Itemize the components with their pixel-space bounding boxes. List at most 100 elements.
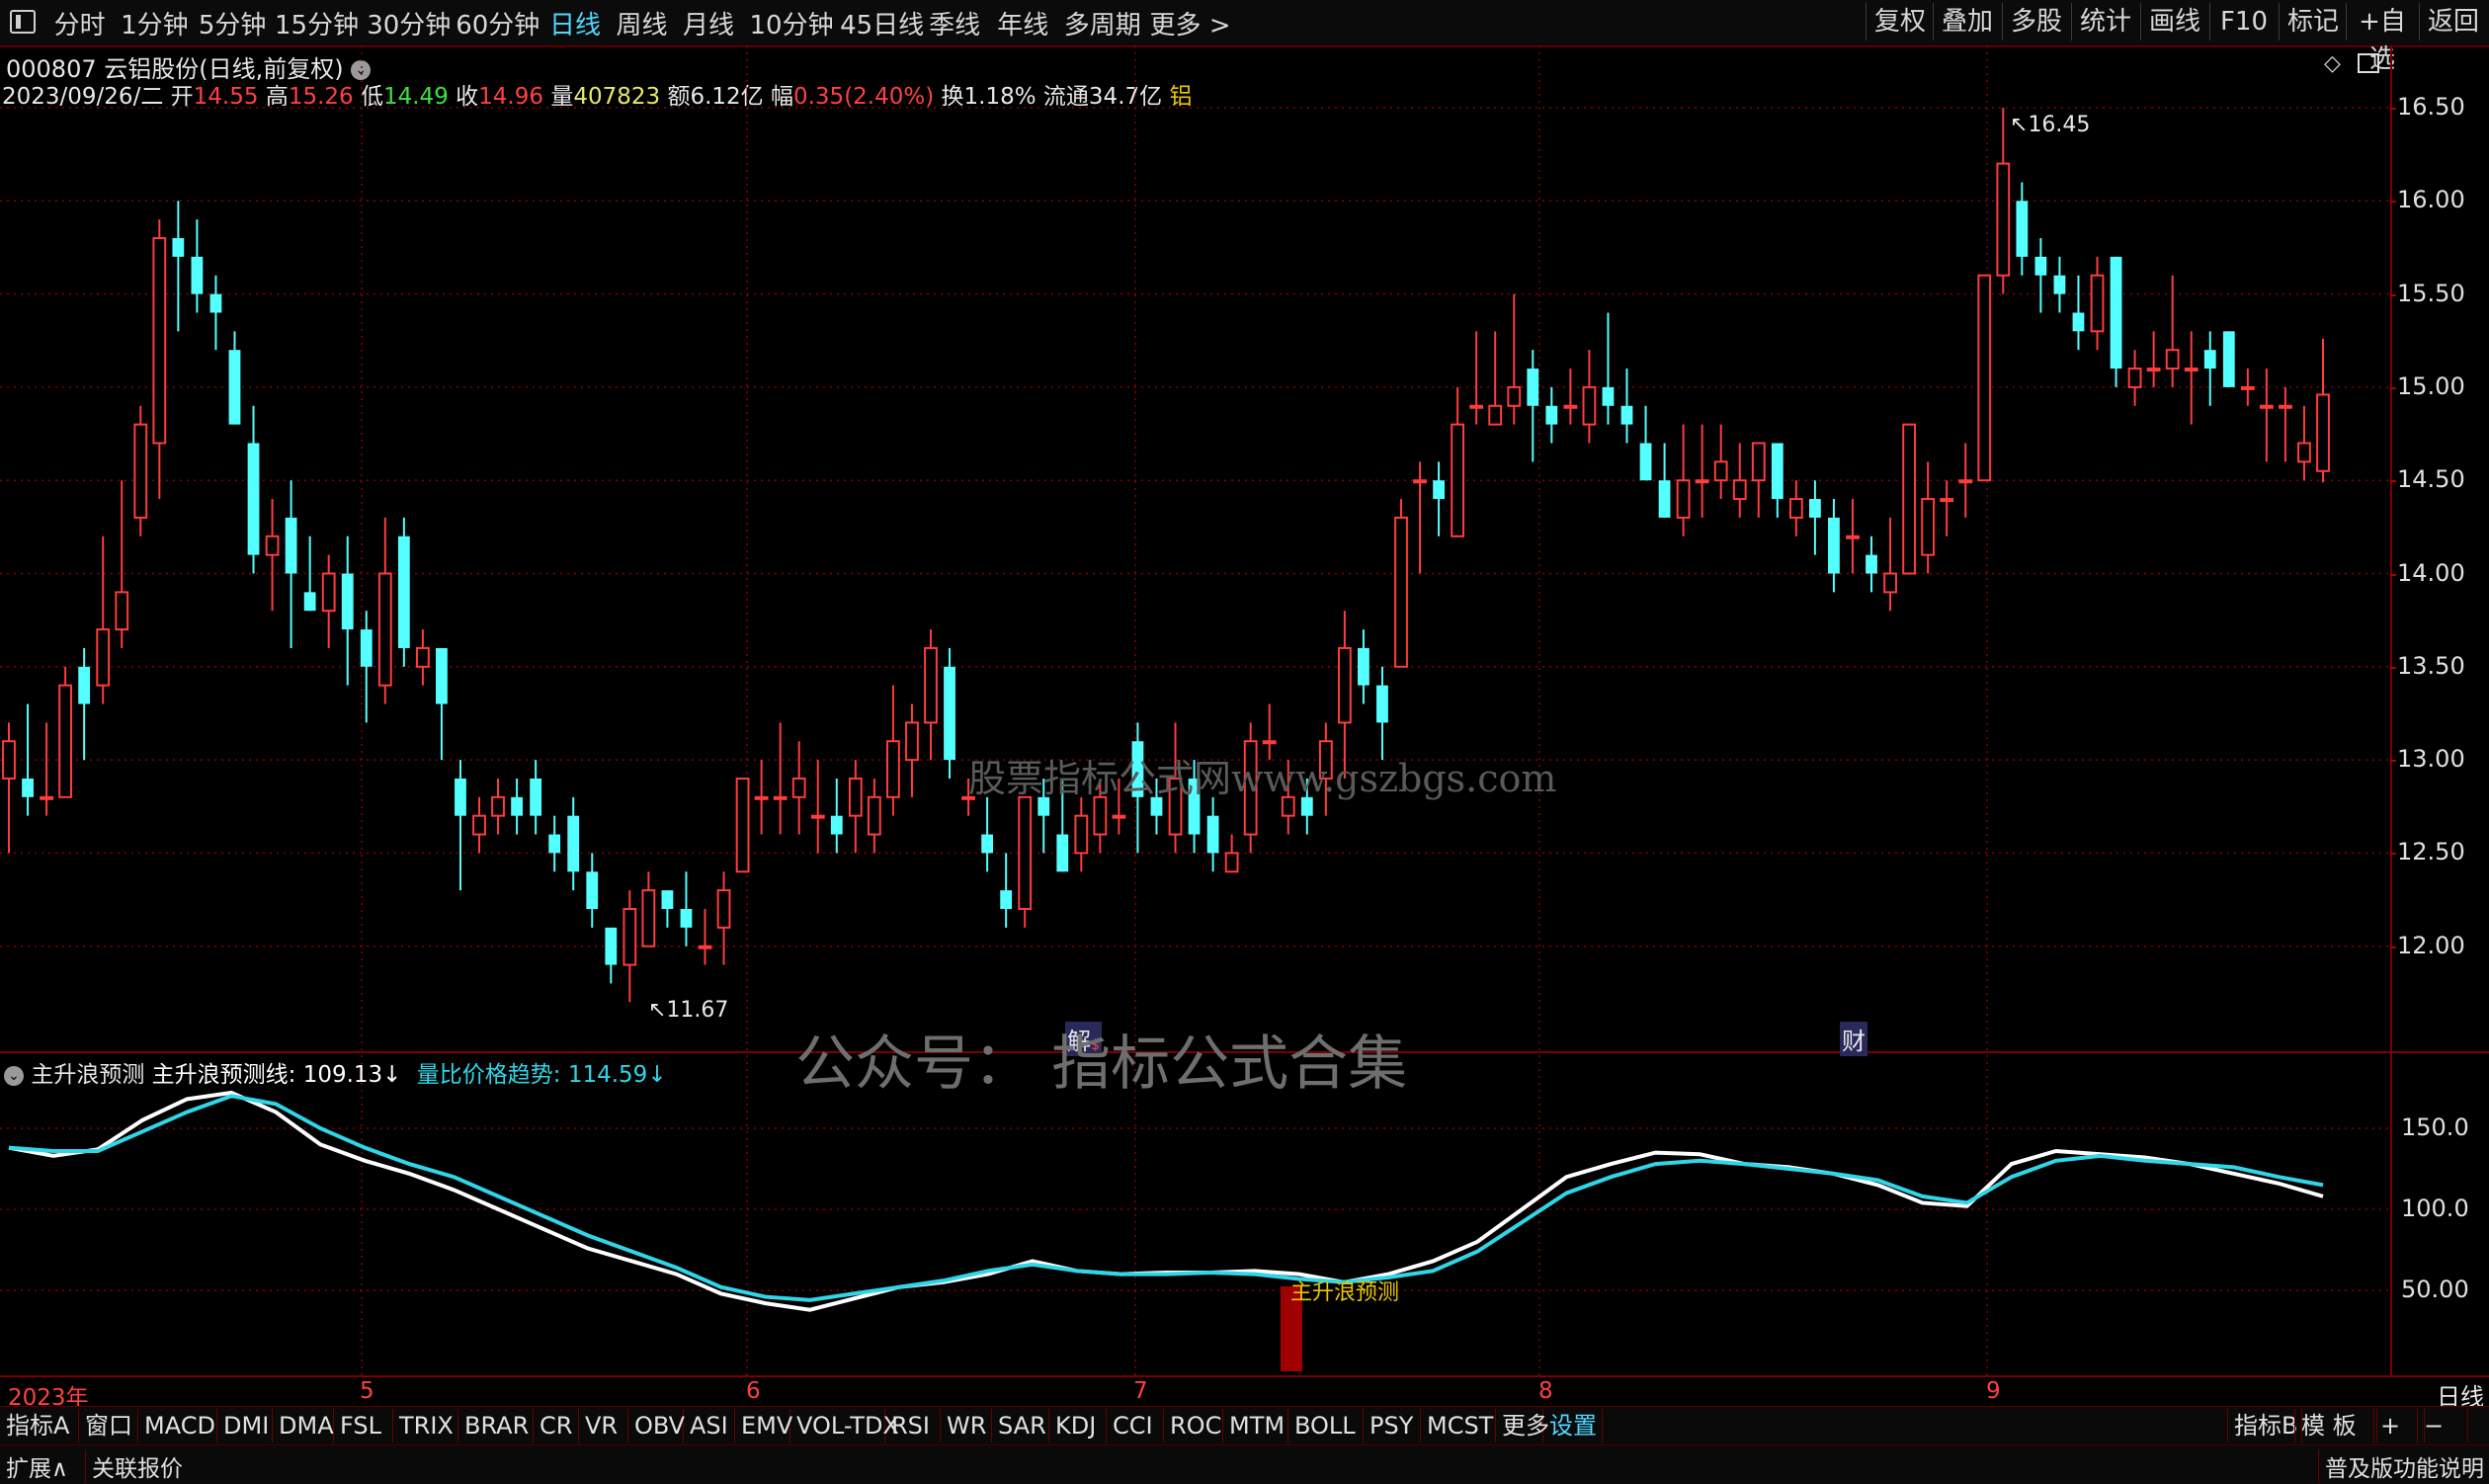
indicator-menu-icon[interactable]: ⌄ [4,1065,24,1086]
indicator-tab-4[interactable]: DMA [273,1409,334,1443]
candle [133,405,148,536]
candle [1788,480,1803,536]
candle [1921,461,1936,574]
watermark-site: 股票指标公式网www.gszbgs.com [968,757,1557,800]
indicator-tab-15[interactable]: WR [941,1409,992,1443]
candle [341,536,354,686]
indicator-tab-20[interactable]: MTM [1223,1409,1288,1443]
toolbar-button-6[interactable]: 标记 [2279,3,2347,41]
candle [944,647,955,779]
candle [1602,312,1615,425]
candle [285,480,297,648]
toolbar-button-4[interactable]: 画线 [2140,3,2208,41]
candle [265,499,280,612]
candle [1996,108,2011,294]
indicator-tab-2[interactable]: MACD [138,1409,217,1443]
panel-toggle-icon[interactable] [10,10,36,34]
candle [1358,629,1369,704]
period-tab-0[interactable]: 分时 [54,5,106,41]
toolbar-button-5[interactable]: F10 [2209,3,2278,41]
price-axis-tick [2390,760,2396,763]
indicator-tab-8[interactable]: CR [534,1409,579,1443]
toolbar-button-2[interactable]: 多股 [2002,3,2070,41]
period-tab-9[interactable]: 10分钟 [750,5,834,41]
period-tab-4[interactable]: 30分钟 [367,5,451,41]
candle [641,871,656,948]
period-tab-1[interactable]: 1分钟 [121,5,189,41]
period-tab-5[interactable]: 60分钟 [456,5,539,41]
indicator-tab-5[interactable]: FSL [334,1409,393,1443]
period-tab-8[interactable]: 月线 [683,5,734,41]
indicator-tab-24[interactable]: 更多 [1496,1409,1549,1443]
candle [981,796,994,872]
indicator-tab-10[interactable]: OBV [628,1409,685,1443]
tab-right-0[interactable]: 指标B [2227,1409,2302,1443]
period-tab-10[interactable]: 45日线 [840,5,924,41]
indicator-tab-14[interactable]: RSI [885,1409,941,1443]
indicator-tab-3[interactable]: DMI [217,1409,273,1443]
price-axis-tick [2390,946,2396,948]
expand-button[interactable]: 扩展∧ [6,1449,68,1483]
candle [2,722,16,854]
date-axis-label: 8 [1538,1378,1553,1404]
event-marker-finance[interactable]: 财 [1840,1022,1867,1056]
period-tab-13[interactable]: 多周期 [1064,5,1141,41]
indicator-tab-17[interactable]: KDJ [1049,1409,1107,1443]
toolbar-button-3[interactable]: 统计 [2071,3,2139,41]
candle [586,853,599,928]
period-tab-11[interactable]: 季线 [929,5,980,41]
indicator-tab-18[interactable]: CCI [1107,1409,1164,1443]
axis-separator [2390,45,2392,1375]
indicator-tab-7[interactable]: BRAR [458,1409,534,1443]
low-marker: ↖11.67 [648,998,729,1023]
period-tab-2[interactable]: 5分钟 [199,5,267,41]
period-tab-3[interactable]: 15分钟 [275,5,359,41]
indicator-tab-16[interactable]: SAR [992,1409,1049,1443]
candle [791,741,806,835]
date-axis-label: 9 [1986,1378,2001,1404]
toolbar-button-7[interactable]: +自选 [2346,3,2418,74]
indicator-tab-11[interactable]: ASI [684,1409,735,1443]
toolbar-button-1[interactable]: 叠加 [1933,3,2001,41]
candle [2034,238,2047,313]
candle [2279,386,2292,462]
indicator-tab-9[interactable]: VR [579,1409,628,1443]
candle [1488,331,1503,426]
indicator-tab-1[interactable]: 窗口 [79,1409,138,1443]
price-axis-tick [2390,573,2396,576]
related-quotes-button[interactable]: 关联报价 [85,1449,183,1483]
edition-info-link[interactable]: 普及版功能说明 [2318,1449,2484,1483]
price-chart[interactable] [0,45,2489,1406]
indicator-tab-13[interactable]: VOL-TDX [790,1409,899,1443]
indicator-tab-23[interactable]: MCST [1421,1409,1496,1443]
toolbar-button-8[interactable]: 返回 [2419,3,2487,41]
candle [1828,499,1840,593]
period-tab-6[interactable]: 日线 [549,5,601,41]
indicator-tab-6[interactable]: TRIX [393,1409,458,1443]
period-tab-7[interactable]: 周线 [617,5,668,41]
indicator-header: ⌄ 主升浪预测 主升浪预测线: 109.13↓ 量比价格趋势: 114.59↓ [4,1055,667,1089]
indicator-name[interactable]: 主升浪预测 [31,1062,144,1088]
candle [2072,275,2085,351]
candle [905,703,919,797]
candle [1846,499,1860,574]
candle [1413,461,1427,574]
period-tab-14[interactable]: 更多 > [1149,5,1230,41]
indicator-tab-19[interactable]: ROC [1164,1409,1223,1443]
date-axis-label: 7 [1133,1378,1148,1404]
candle [605,927,618,984]
indicator-tab-25[interactable]: 设置 [1543,1409,1603,1443]
candle [1224,834,1239,873]
indicator-tab-22[interactable]: PSY [1364,1409,1421,1443]
tab-right-1[interactable]: 模 板 [2294,1409,2377,1443]
toolbar-button-0[interactable]: 复权 [1866,3,1934,41]
indicator-tab-12[interactable]: EMV [735,1409,792,1443]
tab-right-3[interactable]: − [2417,1409,2468,1443]
candle [2203,331,2216,406]
period-tab-12[interactable]: 年线 [997,5,1048,41]
indicator-tab-0[interactable]: 指标A [0,1409,79,1443]
volume-price-trend-line [8,1094,2324,1302]
indicator-tab-21[interactable]: BOLL [1288,1409,1364,1443]
price-axis-label: 12.50 [2397,838,2465,866]
price-axis-tick [2390,480,2396,483]
